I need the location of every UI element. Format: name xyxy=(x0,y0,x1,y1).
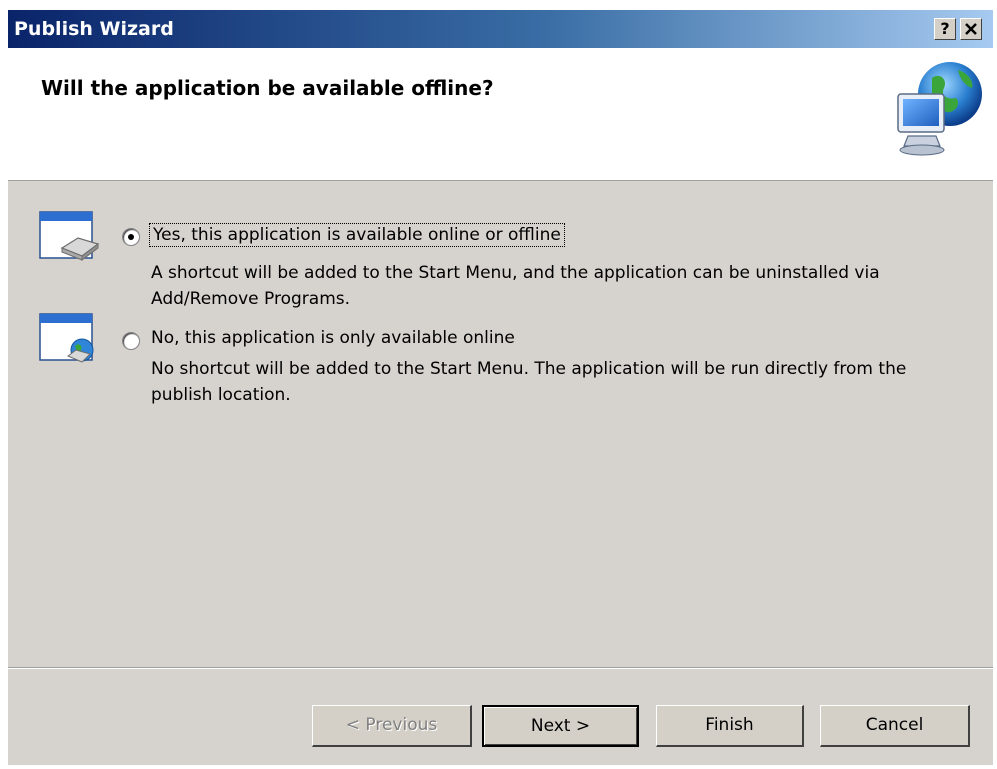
cancel-button[interactable]: Cancel xyxy=(820,705,970,747)
offline-app-window-icon xyxy=(38,208,100,264)
online-option-description: No shortcut will be added to the Start M… xyxy=(151,359,907,405)
offline-radio[interactable] xyxy=(122,228,140,246)
online-option-label[interactable]: No, this application is only available o… xyxy=(151,328,515,348)
page-title: Will the application be available offlin… xyxy=(41,76,494,100)
title-bar[interactable]: Publish Wizard ? xyxy=(8,10,993,48)
publish-wizard-window: Publish Wizard ? Will the application be… xyxy=(8,10,993,765)
help-button[interactable]: ? xyxy=(934,18,956,40)
online-radio[interactable] xyxy=(122,332,140,350)
window-title: Publish Wizard xyxy=(14,18,174,40)
footer-divider xyxy=(8,667,993,669)
next-button[interactable]: Next > xyxy=(482,705,639,747)
radio-selected-dot xyxy=(128,234,134,240)
globe-computer-icon xyxy=(888,58,988,158)
finish-button[interactable]: Finish xyxy=(656,705,804,747)
offline-option-description: A shortcut will be added to the Start Me… xyxy=(151,263,880,309)
online-app-window-icon xyxy=(38,310,100,366)
close-icon xyxy=(965,23,977,35)
wizard-header: Will the application be available offlin… xyxy=(8,48,993,181)
close-button[interactable] xyxy=(960,18,982,40)
previous-button[interactable]: < Previous xyxy=(312,705,472,747)
offline-option-label[interactable]: Yes, this application is available onlin… xyxy=(149,223,565,247)
